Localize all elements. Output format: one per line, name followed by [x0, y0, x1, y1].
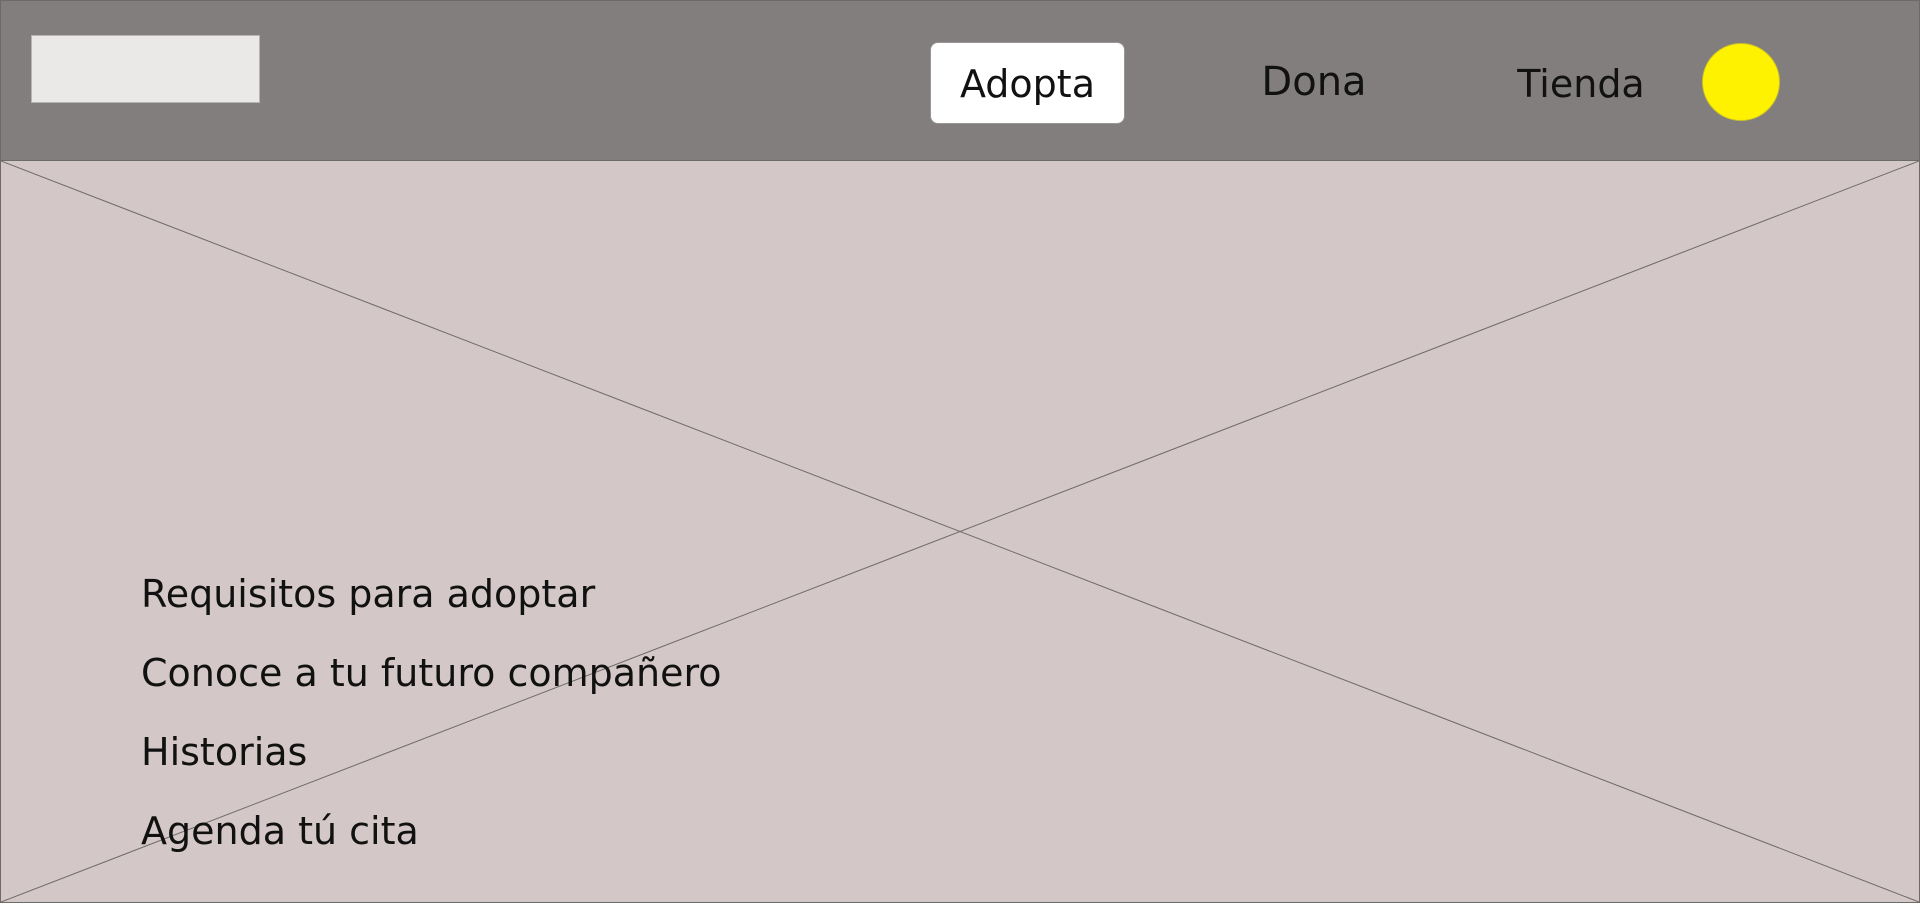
nav-tienda-link[interactable]: Tienda: [1506, 43, 1656, 125]
historias-link[interactable]: Historias: [141, 713, 722, 792]
requisitos-para-adoptar-link[interactable]: Requisitos para adoptar: [141, 555, 722, 634]
logo-placeholder[interactable]: [31, 35, 260, 103]
agenda-tu-cita-link[interactable]: Agenda tú cita: [141, 792, 722, 871]
hero-links-list: Requisitos para adoptar Conoce a tu futu…: [141, 555, 722, 871]
conoce-a-tu-futuro-companero-link[interactable]: Conoce a tu futuro compañero: [141, 634, 722, 713]
wireframe-frame: Adopta Dona Tienda Requisitos para adopt…: [0, 0, 1920, 903]
top-navigation-bar: Adopta Dona Tienda: [1, 1, 1919, 161]
nav-adopta-button[interactable]: Adopta: [930, 42, 1125, 124]
nav-dona-link[interactable]: Dona: [1239, 41, 1389, 123]
user-avatar-icon[interactable]: [1702, 43, 1780, 121]
hero-image-placeholder: Requisitos para adoptar Conoce a tu futu…: [1, 161, 1919, 902]
